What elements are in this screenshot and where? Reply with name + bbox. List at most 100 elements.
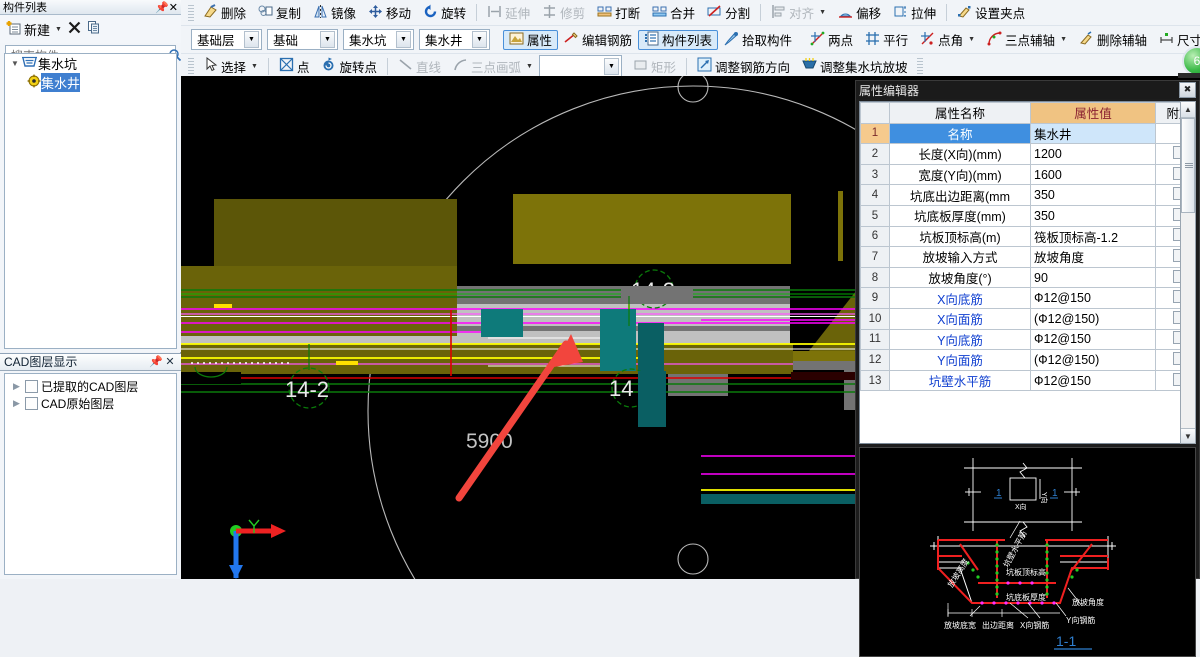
property-value-cell[interactable]: 350	[1030, 184, 1156, 206]
component-select[interactable]: 集水井 ▼	[419, 29, 490, 50]
属性-button[interactable]: 属性	[503, 29, 559, 50]
table-row[interactable]: 13 坑壁水平筋 Ф12@150	[860, 369, 1195, 392]
property-grid-scrollbar[interactable]: ▲ ▼	[1180, 101, 1196, 444]
点角-button[interactable]: 点角 ▼	[914, 30, 981, 50]
property-value-cell[interactable]: (Ф12@150)	[1030, 349, 1156, 371]
镜像-button[interactable]: 镜像	[307, 3, 362, 23]
复制-button[interactable]: 复制	[252, 3, 307, 23]
分割-button[interactable]: 分割	[701, 3, 756, 23]
table-row[interactable]: 6 坑板顶标高(m) 筏板顶标高-1.2	[860, 225, 1195, 248]
调整钢筋方向-button[interactable]: 调整钢筋方向	[691, 56, 796, 76]
property-name-cell: 名称	[889, 122, 1031, 145]
scroll-down-icon[interactable]: ▼	[1181, 428, 1195, 443]
close-icon[interactable]: ✕	[163, 354, 177, 370]
chevron-down-icon[interactable]: ▼	[819, 9, 826, 16]
delete-icon[interactable]	[67, 20, 82, 38]
table-row[interactable]: 12 Y向面筋 (Ф12@150)	[860, 349, 1195, 371]
tree-node-sump-well[interactable]: 集水井	[5, 73, 176, 92]
property-grid[interactable]: 属性名称 属性值 附加 1 名称 集水井 2 长度(X向)(mm) 1200 3 宽度(Y向)…	[859, 101, 1196, 444]
三点辅轴-button[interactable]: 三点辅轴 ▼	[981, 30, 1073, 50]
选择-button[interactable]: 选择 ▼	[197, 56, 264, 76]
chevron-down-icon[interactable]: ▼	[472, 31, 487, 48]
property-value-cell[interactable]: 1600	[1030, 163, 1156, 186]
new-component-button[interactable]: 新建 ▼	[6, 20, 62, 39]
拾取构件-button[interactable]: 拾取构件	[718, 30, 798, 50]
cad-layer-item-extracted[interactable]: ▶ 已提取的CAD图层	[13, 378, 176, 395]
dimension-icon	[1159, 31, 1174, 49]
pin-icon[interactable]: 📌	[149, 354, 163, 370]
property-value-cell[interactable]: 90	[1030, 266, 1156, 289]
floor-select[interactable]: 基础层 ▼	[191, 29, 262, 50]
copy-icon[interactable]	[87, 20, 102, 38]
点-button[interactable]: 点	[273, 56, 316, 76]
table-row[interactable]: 4 坑底出边距离(mm 350	[860, 184, 1195, 206]
chevron-down-icon[interactable]: ▼	[55, 26, 62, 33]
删除-button[interactable]: 删除	[197, 3, 252, 23]
chevron-right-icon[interactable]: ▶	[13, 398, 22, 409]
table-row[interactable]: 7 放坡输入方式 放坡角度	[860, 246, 1195, 268]
table-row[interactable]: 8 放坡角度(°) 90	[860, 266, 1195, 289]
property-value-cell[interactable]: 1200	[1030, 143, 1156, 165]
shape-select[interactable]: ▼	[538, 54, 622, 78]
两点-button[interactable]: 两点	[804, 30, 859, 50]
旋转-button[interactable]: 旋转	[417, 3, 472, 23]
table-row[interactable]: 9 X向底筋 Ф12@150	[860, 287, 1195, 309]
chevron-down-icon[interactable]: ▼	[603, 57, 619, 75]
table-row[interactable]: 11 Y向底筋 Ф12@150	[860, 328, 1195, 351]
chevron-down-icon[interactable]: ▼	[396, 31, 411, 48]
property-value-cell[interactable]: 集水井	[1030, 122, 1156, 145]
adjust-slope-icon	[802, 57, 817, 75]
table-row[interactable]: 5 坑底板厚度(mm) 350	[860, 204, 1195, 227]
property-value-cell[interactable]: (Ф12@150)	[1030, 307, 1156, 330]
设置夹点-button[interactable]: 设置夹点	[951, 3, 1031, 23]
构件列表-button[interactable]: 构件列表	[638, 29, 719, 50]
property-value-cell[interactable]: 筏板顶标高-1.2	[1030, 225, 1156, 248]
property-value-cell[interactable]: 350	[1030, 204, 1156, 227]
调整集水坑放坡-button[interactable]: 调整集水坑放坡	[796, 56, 914, 76]
close-icon[interactable]: ✕	[169, 1, 178, 14]
偏移-button[interactable]: 偏移	[832, 3, 887, 23]
chevron-right-icon[interactable]: ▼	[11, 59, 21, 68]
tree-node-sump-pit[interactable]: ▼ 集水坑	[5, 54, 176, 73]
category-select[interactable]: 基础 ▼	[267, 29, 338, 50]
type-select[interactable]: 集水坑 ▼	[343, 29, 414, 50]
close-icon[interactable]: ✖	[1179, 82, 1196, 98]
chevron-down-icon[interactable]: ▼	[526, 63, 533, 70]
chevron-down-icon[interactable]: ▼	[251, 63, 258, 70]
chevron-down-icon[interactable]: ▼	[968, 36, 975, 43]
移动-button[interactable]: 移动	[362, 3, 417, 23]
删除辅轴-button[interactable]: 删除辅轴	[1073, 30, 1153, 50]
打断-button[interactable]: 打断	[591, 3, 646, 23]
cad-layer-item-original[interactable]: ▶ CAD原始图层	[13, 395, 176, 412]
property-value-cell[interactable]: Ф12@150	[1030, 328, 1156, 351]
property-value-cell[interactable]: Ф12@150	[1030, 369, 1156, 392]
property-value-cell[interactable]: 放坡角度	[1030, 246, 1156, 268]
平行-button[interactable]: 平行	[859, 30, 914, 50]
chevron-down-icon[interactable]: ▼	[244, 31, 259, 48]
property-value-cell[interactable]: Ф12@150	[1030, 287, 1156, 309]
scrollbar-thumb[interactable]	[1181, 118, 1195, 213]
button-label: 调整钢筋方向	[714, 60, 790, 75]
notification-badge[interactable]: 6	[1178, 46, 1200, 80]
拉伸-button[interactable]: 拉伸	[887, 3, 942, 23]
label-fangpo-dikuan: 放坡底宽	[944, 620, 976, 630]
toolbar-grip[interactable]	[188, 58, 194, 74]
table-row[interactable]: 2 长度(X向)(mm) 1200	[860, 143, 1195, 165]
component-tree[interactable]: ▼ 集水坑 集水井	[4, 53, 177, 349]
toolbar-grip[interactable]	[916, 58, 923, 74]
旋转点-button[interactable]: 旋转点	[315, 56, 383, 76]
合并-button[interactable]: 合并	[646, 3, 701, 23]
pin-icon[interactable]: 📌	[155, 1, 169, 14]
chevron-down-icon[interactable]: ▼	[320, 31, 335, 48]
row-index: 8	[860, 266, 890, 289]
layer-checkbox[interactable]	[25, 397, 38, 410]
chevron-right-icon[interactable]: ▶	[13, 381, 22, 392]
编辑钢筋-button[interactable]: 编辑钢筋	[558, 30, 638, 50]
chevron-down-icon[interactable]: ▼	[1060, 36, 1067, 43]
table-row[interactable]: 3 宽度(Y向)(mm) 1600	[860, 163, 1195, 186]
table-row[interactable]: 1 名称 集水井	[860, 122, 1195, 145]
scroll-up-icon[interactable]: ▲	[1181, 102, 1195, 118]
layer-checkbox[interactable]	[25, 380, 38, 393]
table-row[interactable]: 10 X向面筋 (Ф12@150)	[860, 307, 1195, 330]
toolbar-grip[interactable]	[188, 4, 194, 21]
